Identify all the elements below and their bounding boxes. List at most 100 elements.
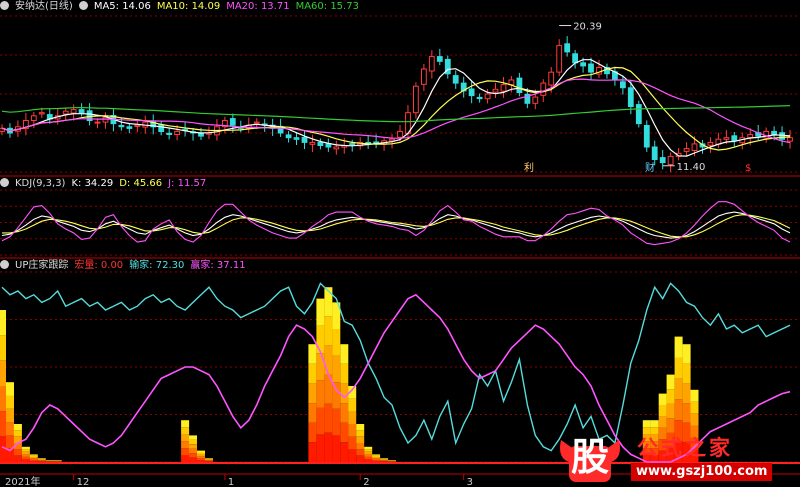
volume-bar-segment xyxy=(316,353,325,381)
volume-bar-segment xyxy=(13,455,22,462)
panel-control-icon[interactable] xyxy=(78,1,88,10)
volume-bar-segment xyxy=(372,456,381,459)
volume-bar-segment xyxy=(37,460,46,461)
volume-bar-segment xyxy=(316,434,325,462)
volume-bar-segment xyxy=(189,448,197,454)
candle xyxy=(620,81,626,89)
volume-bar-segment xyxy=(308,422,317,443)
volume-bar-segment xyxy=(356,443,365,450)
volume-bar-segment xyxy=(29,459,38,461)
candle xyxy=(62,110,69,115)
volume-bar-segment xyxy=(356,436,365,443)
volume-bar-segment xyxy=(380,461,389,462)
event-marker: 财 xyxy=(645,161,655,174)
candle xyxy=(731,135,738,142)
volume-bar-segment xyxy=(380,460,389,462)
k-label: K: 34.29 xyxy=(71,178,114,189)
candle xyxy=(158,124,165,133)
volume-bar-segment xyxy=(332,435,341,462)
watermark-title: 公式之家 xyxy=(637,436,733,460)
volume-bar-segment xyxy=(332,382,341,409)
candle xyxy=(229,118,236,126)
watermark-url: www.gszj100.com xyxy=(631,463,773,481)
stock-chart[interactable]: 20.3911.40利财 $ 2021年 12 1 2 3 xyxy=(0,0,800,487)
kdj-panel-header: KDJ(9,3,3) K: 34.29 D: 45.66 J: 11.57 xyxy=(0,177,212,191)
volume-bar-segment xyxy=(380,458,389,459)
volume-bar-segment xyxy=(13,424,22,431)
candle xyxy=(428,56,435,72)
volume-bar-segment xyxy=(189,439,197,445)
volume-bar-segment xyxy=(308,363,317,384)
volume-bar-segment xyxy=(0,335,6,361)
candle xyxy=(118,125,125,128)
volume-bar-segment xyxy=(348,449,357,462)
volume-bar-segment xyxy=(316,407,325,435)
panel-control-icon[interactable] xyxy=(0,178,9,187)
candle xyxy=(484,93,491,100)
volume-bar-segment xyxy=(356,455,365,462)
candle xyxy=(389,138,395,142)
volume-bar-segment xyxy=(372,460,381,462)
volume-bar-segment xyxy=(205,460,213,462)
s2-label: 输家: 72.30 xyxy=(129,260,185,271)
ma60-label: MA60: 15.73 xyxy=(295,1,359,12)
volume-bar-segment xyxy=(6,408,14,423)
volume-bar-segment xyxy=(21,456,30,460)
volume-bar-segment xyxy=(642,420,651,428)
candle xyxy=(564,43,571,53)
volume-bar-segment xyxy=(348,424,357,437)
volume-bar-segment xyxy=(308,344,317,364)
volume-bar-segment xyxy=(348,436,357,450)
volume-bar-segment xyxy=(181,448,190,456)
candle xyxy=(691,143,698,151)
candle xyxy=(70,109,77,114)
candle xyxy=(500,84,507,92)
volume-bar-segment xyxy=(189,453,197,458)
d-label: D: 45.66 xyxy=(119,178,163,189)
panel-control-icon[interactable] xyxy=(0,260,9,269)
volume-bar-segment xyxy=(658,416,667,428)
candle xyxy=(317,141,324,146)
candle xyxy=(333,146,340,150)
volume-bar-segment xyxy=(29,456,38,459)
candle xyxy=(627,87,634,108)
volume-bar-segment xyxy=(37,458,46,459)
volume-bar-segment xyxy=(316,298,325,326)
candle xyxy=(707,141,714,146)
stock-name: 安纳达(日线) xyxy=(15,1,73,12)
candle xyxy=(635,104,642,125)
volume-bar-segment xyxy=(0,386,6,412)
volume-bar-segment xyxy=(6,382,14,396)
volume-bar-segment xyxy=(666,374,675,390)
candle xyxy=(166,132,173,136)
x-tick-label: 12 xyxy=(77,477,90,487)
volume-bar-segment xyxy=(29,460,38,462)
candle xyxy=(492,88,499,93)
volume-bar-segment xyxy=(205,458,213,459)
volume-bar-segment xyxy=(690,401,699,414)
volume-bar-segment xyxy=(308,403,317,423)
candle xyxy=(651,146,658,160)
volume-bar-segment xyxy=(181,455,190,462)
ma10-label: MA10: 14.09 xyxy=(156,1,221,12)
candle xyxy=(301,136,308,143)
volume-bar-segment xyxy=(37,458,46,460)
volume-bar-segment xyxy=(348,398,357,412)
volume-bar-segment xyxy=(13,449,22,456)
volume-bar-segment xyxy=(674,399,683,421)
x-tick-label: 2 xyxy=(363,477,369,487)
kdj-lines xyxy=(1,201,791,246)
volume-bar-segment xyxy=(197,458,205,461)
tracking-name: UP庄家跟踪 xyxy=(15,260,69,271)
volume-bar-segment xyxy=(340,403,349,423)
candle xyxy=(253,121,260,124)
volume-bar-segment xyxy=(13,430,22,437)
volume-bar-segment xyxy=(205,460,213,461)
volume-bar-segment xyxy=(372,458,381,460)
candle xyxy=(309,141,316,145)
candle xyxy=(540,82,547,96)
panel-control-icon[interactable] xyxy=(0,1,9,10)
volume-bar-segment xyxy=(21,454,30,457)
volume-bar-segment xyxy=(682,403,691,423)
ma5-label: MA5: 14.06 xyxy=(93,1,151,12)
